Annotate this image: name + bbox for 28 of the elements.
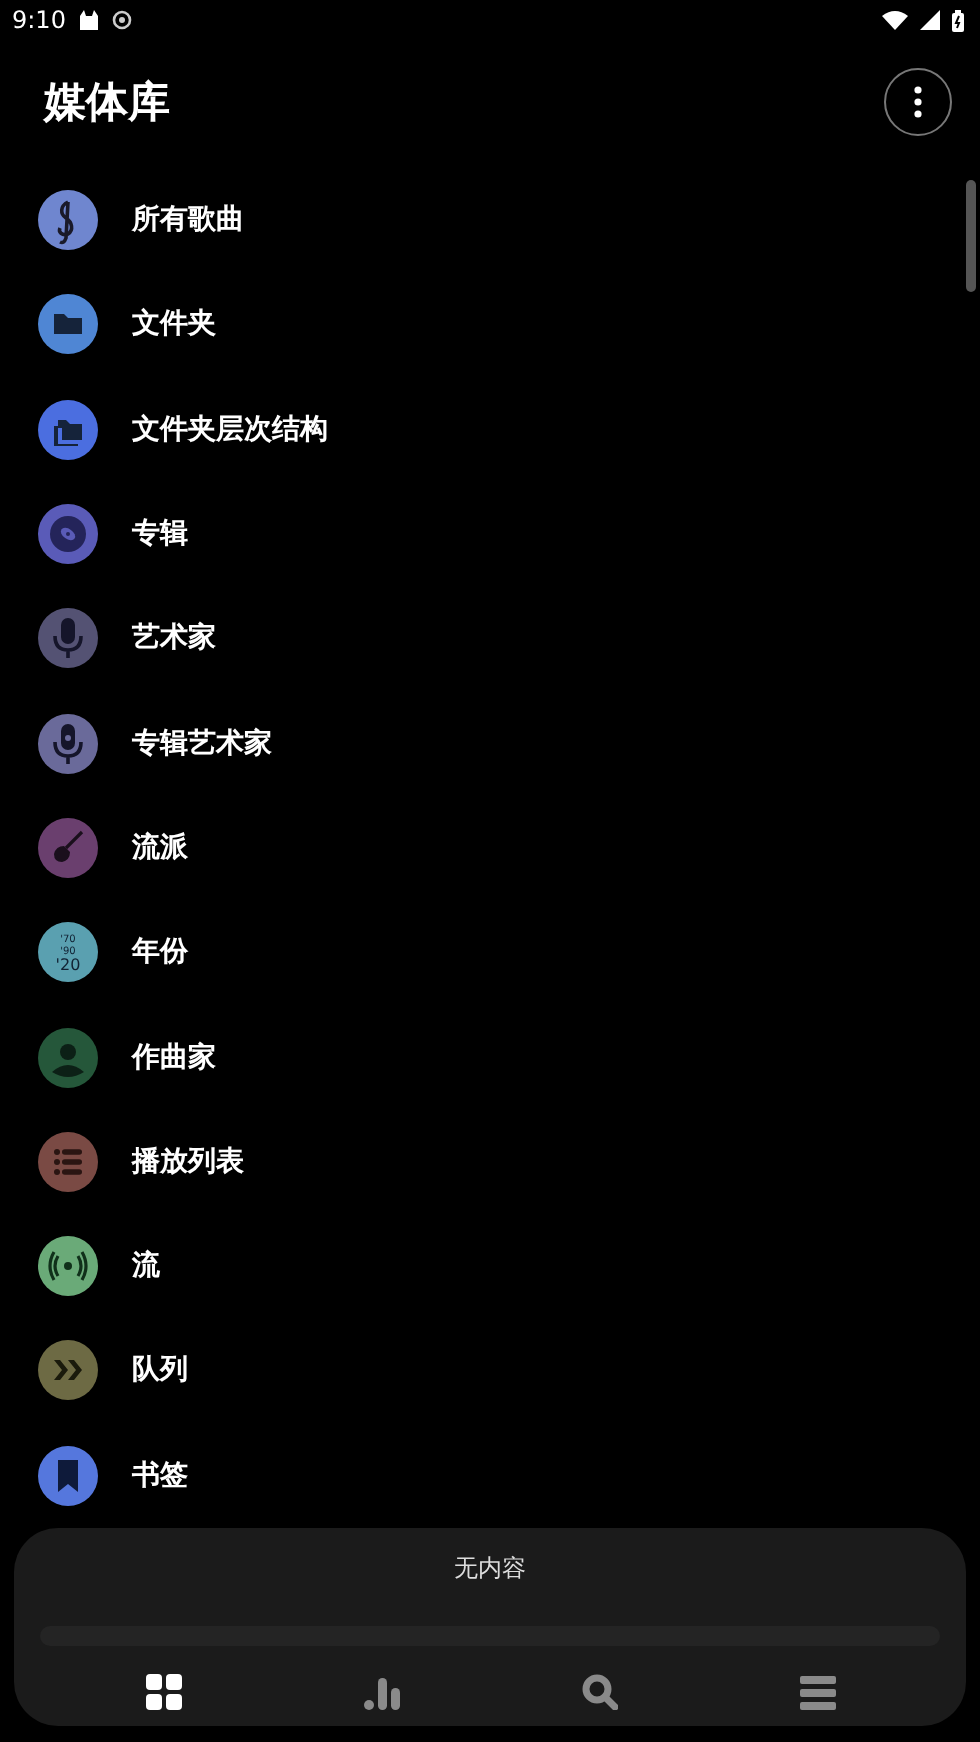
- grid-icon[interactable]: [145, 1674, 181, 1710]
- clock: 9:10: [12, 6, 66, 34]
- category-label[interactable]: 所有歌曲: [132, 202, 244, 239]
- category-label[interactable]: 艺术家: [132, 620, 216, 657]
- category-label[interactable]: 作曲家: [132, 1039, 216, 1076]
- category-label[interactable]: 播放列表: [132, 1143, 244, 1180]
- more-options-button[interactable]: [884, 68, 952, 136]
- more-vertical-icon: [914, 86, 922, 118]
- category-label[interactable]: 文件夹层次结构: [132, 411, 328, 448]
- notification-icon: [77, 10, 100, 30]
- page-title: 媒体库: [44, 76, 170, 130]
- now-playing-text: 无内容: [454, 1552, 526, 1586]
- signal-icon: [920, 10, 940, 30]
- category-label[interactable]: 队列: [132, 1352, 188, 1389]
- category-label[interactable]: 年份: [132, 934, 188, 971]
- category-label[interactable]: 书签: [132, 1457, 188, 1494]
- battery-icon: [952, 9, 964, 31]
- menu-icon[interactable]: [799, 1674, 835, 1710]
- category-label[interactable]: 专辑艺术家: [132, 725, 272, 762]
- category-label[interactable]: 文件夹: [132, 306, 216, 343]
- bar-chart-icon[interactable]: [363, 1674, 399, 1710]
- category-label[interactable]: 专辑: [132, 516, 188, 553]
- scrollbar[interactable]: [966, 180, 976, 292]
- search-icon[interactable]: [581, 1674, 617, 1710]
- wifi-icon: [882, 10, 908, 30]
- category-label[interactable]: 流派: [132, 829, 188, 866]
- category-label[interactable]: 流: [132, 1248, 160, 1285]
- shield-icon: [111, 10, 132, 30]
